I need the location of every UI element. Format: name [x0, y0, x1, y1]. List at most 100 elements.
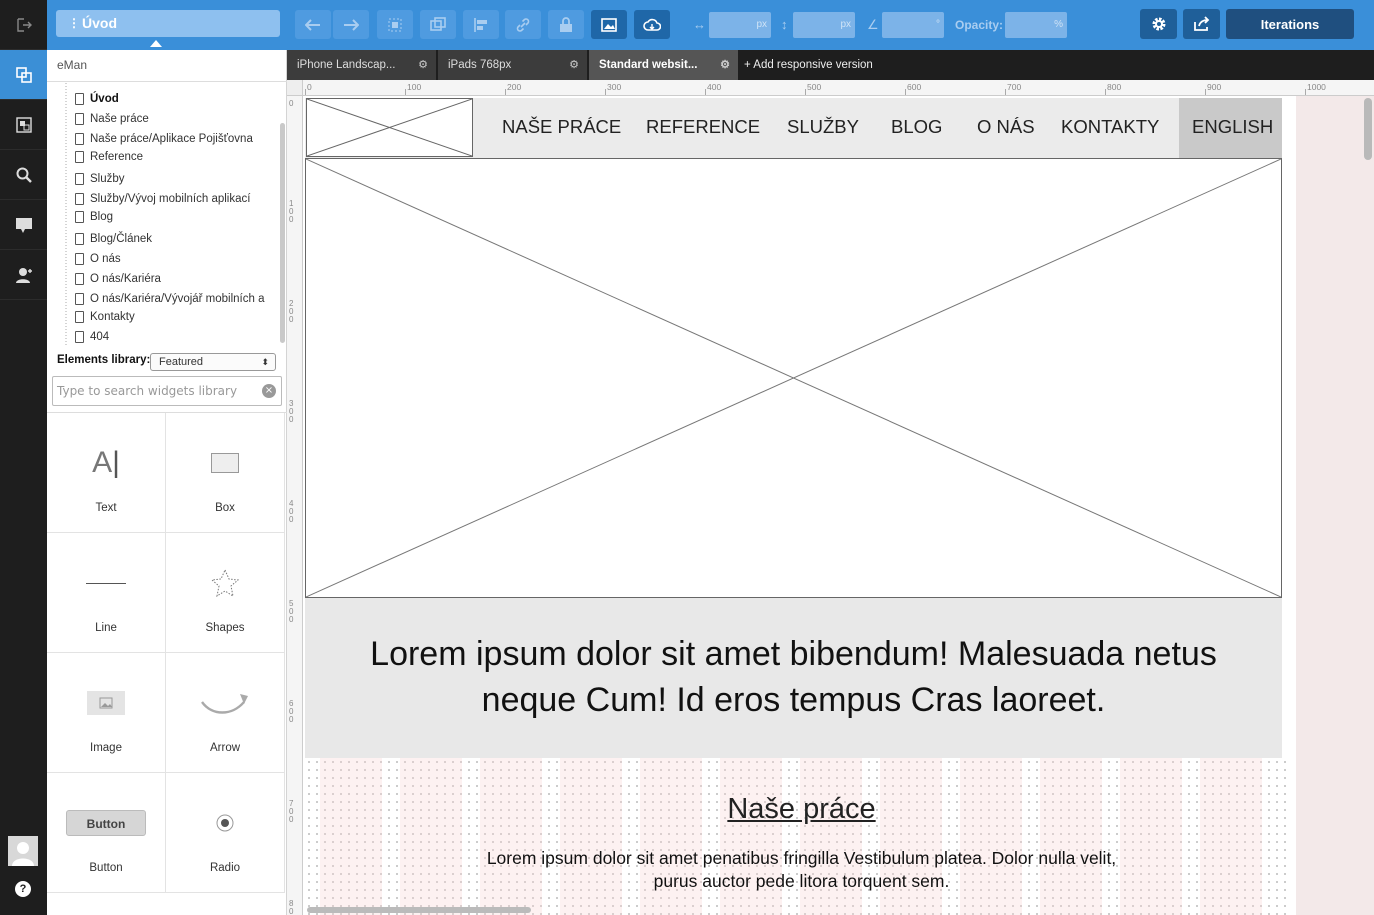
section-text[interactable]: Lorem ipsum dolor sit amet penatibus fri…	[473, 847, 1130, 893]
tree-item[interactable]: Blog	[75, 207, 113, 227]
cloud-button[interactable]	[634, 10, 670, 39]
widget-text[interactable]: A| Text	[47, 413, 166, 533]
clear-icon[interactable]: ×	[262, 384, 276, 398]
gear-icon[interactable]: ⚙	[569, 50, 579, 80]
tree-item[interactable]: Reference	[75, 147, 143, 167]
tree-item-label: 404	[90, 331, 110, 343]
widget-image[interactable]: Image	[47, 653, 166, 773]
logo-placeholder[interactable]	[306, 98, 473, 157]
user-add-icon[interactable]	[0, 250, 47, 300]
ruler-top: 0 100 200 300 400 500 600 700 800 900 10…	[303, 80, 1374, 96]
widget-label: Shapes	[205, 622, 245, 634]
widget-line[interactable]: Line	[47, 533, 166, 653]
nav-item[interactable]: NAŠE PRÁCE	[502, 116, 621, 138]
nav-item[interactable]: ENGLISH	[1192, 116, 1273, 138]
library-search-input[interactable]: Type to search widgets library ×	[52, 376, 282, 406]
tree-item[interactable]: Služby/Vývoj mobilních aplikací	[75, 189, 250, 209]
tree-item-label: Naše práce/Aplikace Pojišťovna	[90, 133, 253, 145]
tree-item[interactable]: Služby	[75, 169, 125, 189]
avatar[interactable]	[8, 836, 38, 866]
tree-item[interactable]: Naše práce	[75, 109, 149, 129]
arrange-button[interactable]	[420, 10, 456, 39]
tree-item[interactable]: Kontakty	[75, 307, 135, 327]
undo-button[interactable]	[295, 10, 331, 39]
width-input[interactable]: px	[709, 12, 771, 38]
height-input[interactable]: px	[793, 12, 855, 38]
tree-item[interactable]: Úvod	[75, 89, 119, 109]
tree-scrollbar[interactable]	[280, 123, 285, 343]
tree-item[interactable]: Naše práce/Aplikace Pojišťovna	[75, 129, 253, 149]
lock-button[interactable]	[548, 10, 584, 39]
tree-item[interactable]: O nás/Kariéra/Vývojář mobilních a	[75, 289, 265, 309]
iterations-button[interactable]: Iterations	[1226, 9, 1354, 39]
exit-icon[interactable]	[0, 0, 47, 50]
components-icon[interactable]	[0, 100, 47, 150]
tree-item[interactable]: O nás/Kariéra	[75, 269, 161, 289]
comments-icon[interactable]	[0, 200, 47, 250]
ruler-corner	[287, 80, 303, 96]
library-select-value: Featured	[159, 356, 204, 368]
line-icon	[86, 582, 126, 584]
help-icon[interactable]: ?	[15, 881, 31, 897]
ruler-label: 400	[289, 499, 294, 524]
vertical-scrollbar[interactable]	[1364, 98, 1372, 160]
sidebar-panel: eMan Úvod Naše práce Naše práce/Aplikace…	[47, 50, 287, 915]
ruler-label: 500	[807, 82, 822, 92]
nav-item[interactable]: O NÁS	[977, 116, 1035, 138]
tab-standard-website[interactable]: Standard websit... ⚙	[589, 50, 739, 80]
rotation-unit: °	[936, 19, 940, 30]
link-button[interactable]	[505, 10, 541, 39]
tab-ipads[interactable]: iPads 768px ⚙	[438, 50, 588, 80]
redo-button[interactable]	[333, 10, 369, 39]
page-icon	[75, 133, 84, 145]
widget-button[interactable]: Button Button	[47, 773, 166, 893]
page-icon	[75, 331, 84, 343]
nav-item[interactable]: KONTAKTY	[1061, 116, 1159, 138]
widget-label: Arrow	[209, 742, 241, 754]
page-icon	[75, 113, 84, 125]
nav-item[interactable]: BLOG	[891, 116, 942, 138]
opacity-input[interactable]: %	[1005, 12, 1067, 38]
widget-radio[interactable]: Radio	[166, 773, 285, 893]
design-canvas[interactable]: NAŠE PRÁCE REFERENCE SLUŽBY BLOG O NÁS K…	[303, 96, 1374, 915]
tree-item[interactable]: 404	[75, 327, 109, 345]
nav-item[interactable]: SLUŽBY	[787, 116, 859, 138]
align-button[interactable]	[463, 10, 499, 39]
section-title[interactable]: Naše práce	[303, 793, 1300, 826]
radio-icon	[216, 814, 234, 832]
widget-shapes[interactable]: Shapes	[166, 533, 285, 653]
tab-iphone-landscape[interactable]: iPhone Landscap... ⚙	[287, 50, 437, 80]
image-toggle-button[interactable]	[591, 10, 627, 39]
widget-box[interactable]: Box	[166, 413, 285, 533]
sitemap-icon: ⋮	[68, 16, 80, 30]
tree-item[interactable]: O nás	[75, 249, 121, 269]
page-selector-label: Úvod	[82, 15, 117, 31]
page-icon	[75, 173, 84, 185]
hero-image-placeholder[interactable]	[305, 158, 1282, 598]
widget-arrow[interactable]: Arrow	[166, 653, 285, 773]
nav-item[interactable]: REFERENCE	[646, 116, 760, 138]
search-icon[interactable]	[0, 150, 47, 200]
share-icon	[1193, 16, 1209, 31]
gear-icon[interactable]: ⚙	[720, 50, 730, 80]
pages-icon[interactable]	[0, 50, 47, 100]
gear-icon[interactable]: ⚙	[418, 50, 428, 80]
settings-button[interactable]	[1140, 9, 1177, 39]
ruler-label: 700	[1007, 82, 1022, 92]
library-select[interactable]: Featured ⬍	[150, 353, 276, 371]
height-unit: px	[840, 19, 851, 30]
share-button[interactable]	[1183, 9, 1220, 39]
height-icon: ↕	[781, 17, 788, 32]
page-selector[interactable]: ⋮ Úvod	[56, 10, 280, 47]
rotation-input[interactable]: °	[882, 12, 944, 38]
library-search-placeholder: Type to search widgets library	[57, 384, 238, 398]
tree-item-label: Reference	[90, 151, 144, 163]
page-icon	[75, 93, 84, 105]
quote-section[interactable]: Lorem ipsum dolor sit amet bibendum! Mal…	[305, 598, 1282, 758]
horizontal-scrollbar[interactable]	[307, 907, 531, 913]
page-tree: Úvod Naše práce Naše práce/Aplikace Poji…	[47, 83, 287, 345]
widget-label: Button	[89, 862, 123, 874]
add-responsive-version[interactable]: + Add responsive version	[744, 50, 873, 80]
tree-item[interactable]: Blog/Článek	[75, 229, 152, 249]
group-button[interactable]	[377, 10, 413, 39]
